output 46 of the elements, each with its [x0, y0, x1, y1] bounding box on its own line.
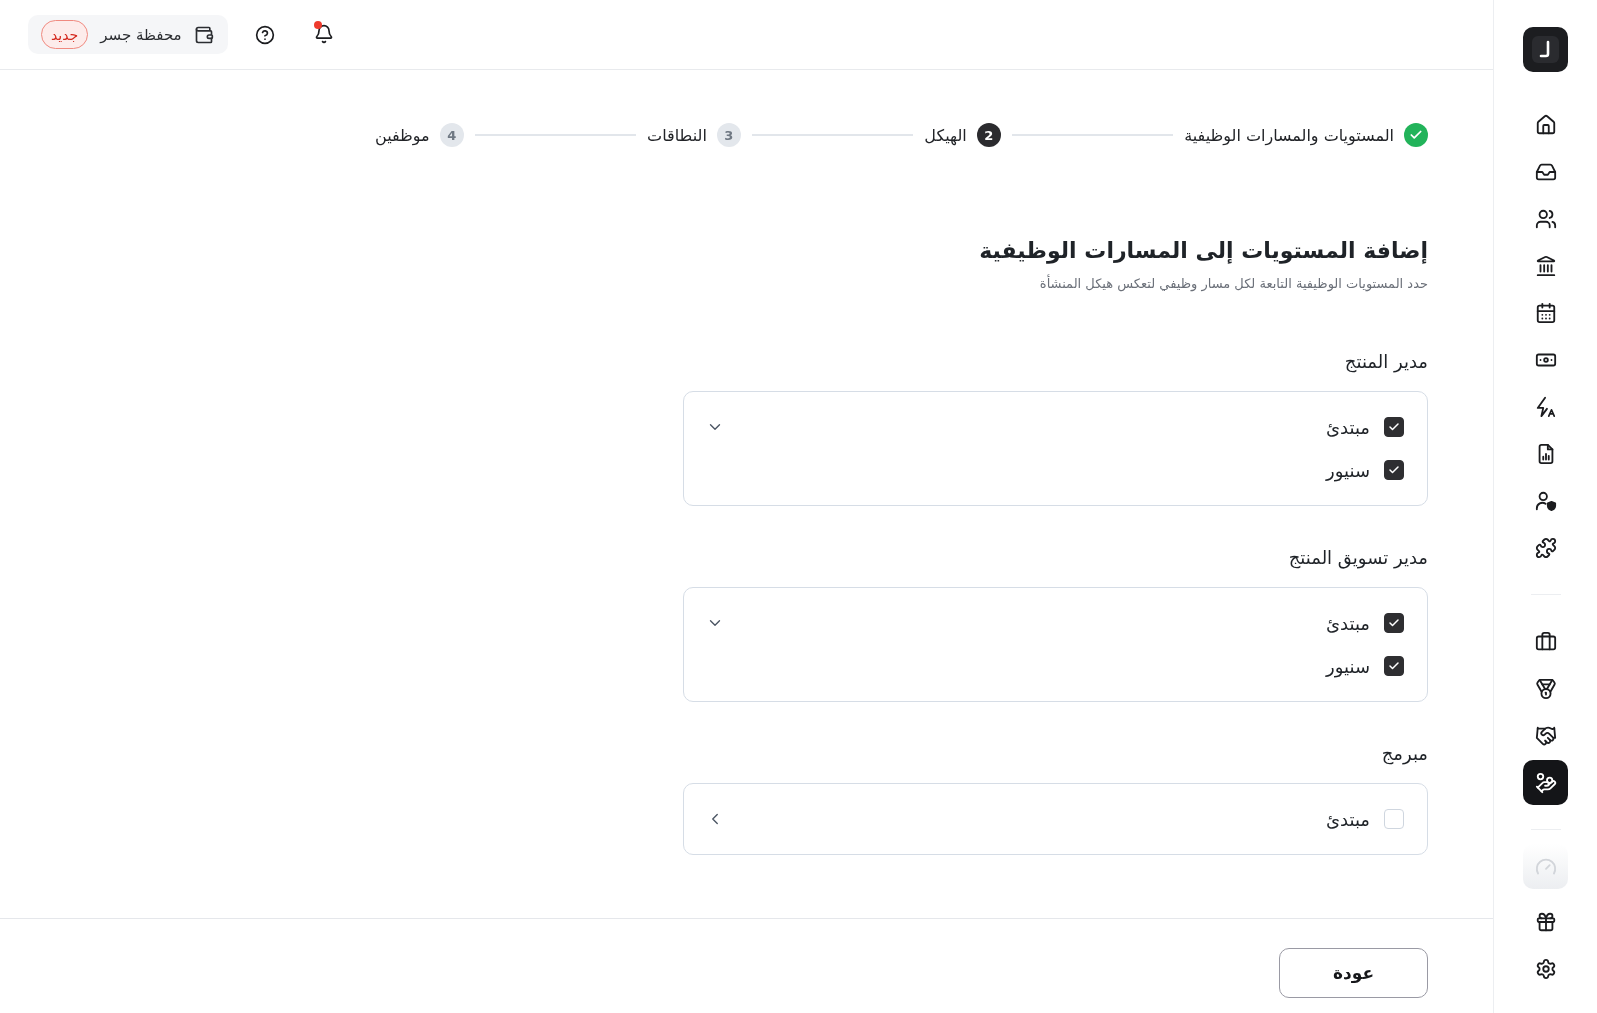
bell-icon[interactable] [313, 23, 334, 44]
step-label[interactable]: الهيكل [924, 125, 967, 145]
level-label: سنيور [1326, 459, 1370, 481]
level-label: سنيور [1326, 655, 1370, 677]
wallet-icon [193, 24, 214, 45]
track-title: مبرمج [1381, 742, 1428, 767]
check-icon [1388, 464, 1400, 476]
new-badge: جديد [41, 20, 89, 49]
level-label: مبتدئ [1325, 612, 1370, 634]
hand-coins-icon [1534, 771, 1557, 794]
track-title: مدير تسويق المنتج [1288, 546, 1428, 571]
users-icon [1534, 207, 1557, 230]
home-icon [1534, 113, 1557, 136]
back-button[interactable]: عودة [1279, 948, 1428, 998]
step-number: 4 [439, 123, 464, 147]
page-title: إضافة المستويات إلى المسارات الوظيفية [979, 237, 1428, 266]
calendar-icon [1534, 301, 1557, 324]
checkbox[interactable] [1384, 460, 1404, 480]
briefcase-icon [1534, 630, 1557, 653]
user-shield-icon [1534, 489, 1557, 512]
level-label: مبتدئ [1325, 416, 1370, 438]
gift-icon [1534, 910, 1557, 933]
step-number: 2 [976, 123, 1001, 147]
settings-icon [1534, 957, 1557, 980]
puzzle-icon [1534, 536, 1557, 559]
logo-icon[interactable] [1523, 27, 1568, 72]
step-number: 3 [716, 123, 741, 147]
lightning-icon [1534, 395, 1557, 418]
check-icon [1388, 660, 1400, 672]
track-title: مدير المنتج [1344, 350, 1428, 375]
help-icon[interactable] [254, 24, 275, 45]
page-subtitle: حدد المستويات الوظيفية التابعة لكل مسار وظيفي لتعكس هيكل المنشأة [1039, 274, 1428, 294]
checkbox[interactable] [1384, 613, 1404, 633]
check-icon [1388, 617, 1400, 629]
step-label[interactable]: المستويات والمسارات الوظيفية [1184, 125, 1394, 145]
handshake-icon [1534, 724, 1557, 747]
medal-icon [1534, 677, 1557, 700]
nav-item[interactable] [1523, 760, 1568, 805]
step-label[interactable]: النطاقات [647, 125, 707, 145]
checkbox[interactable] [1384, 417, 1404, 437]
bank-icon [1534, 254, 1557, 277]
wallet-button[interactable]: محفظة جسر جديد [28, 15, 228, 54]
level-label: مبتدئ [1325, 808, 1370, 830]
checkbox[interactable] [1384, 656, 1404, 676]
check-icon [1388, 421, 1400, 433]
step-label[interactable]: موظفين [375, 125, 430, 145]
